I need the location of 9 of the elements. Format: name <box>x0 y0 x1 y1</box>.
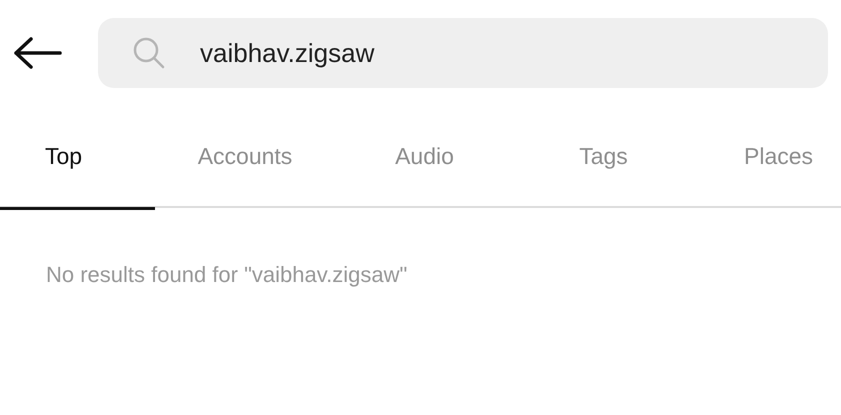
tab[interactable]: Tags <box>514 106 693 210</box>
back-arrow-icon <box>12 37 62 69</box>
search-icon <box>132 36 166 70</box>
no-results-message: No results found for "vaibhav.zigsaw" <box>46 261 408 289</box>
tab[interactable]: Accounts <box>155 106 335 210</box>
tab[interactable]: Places <box>693 106 841 210</box>
search-field[interactable]: vaibhav.zigsaw <box>98 18 828 88</box>
tab[interactable]: Top <box>0 106 155 210</box>
tab[interactable]: Audio <box>335 106 514 210</box>
